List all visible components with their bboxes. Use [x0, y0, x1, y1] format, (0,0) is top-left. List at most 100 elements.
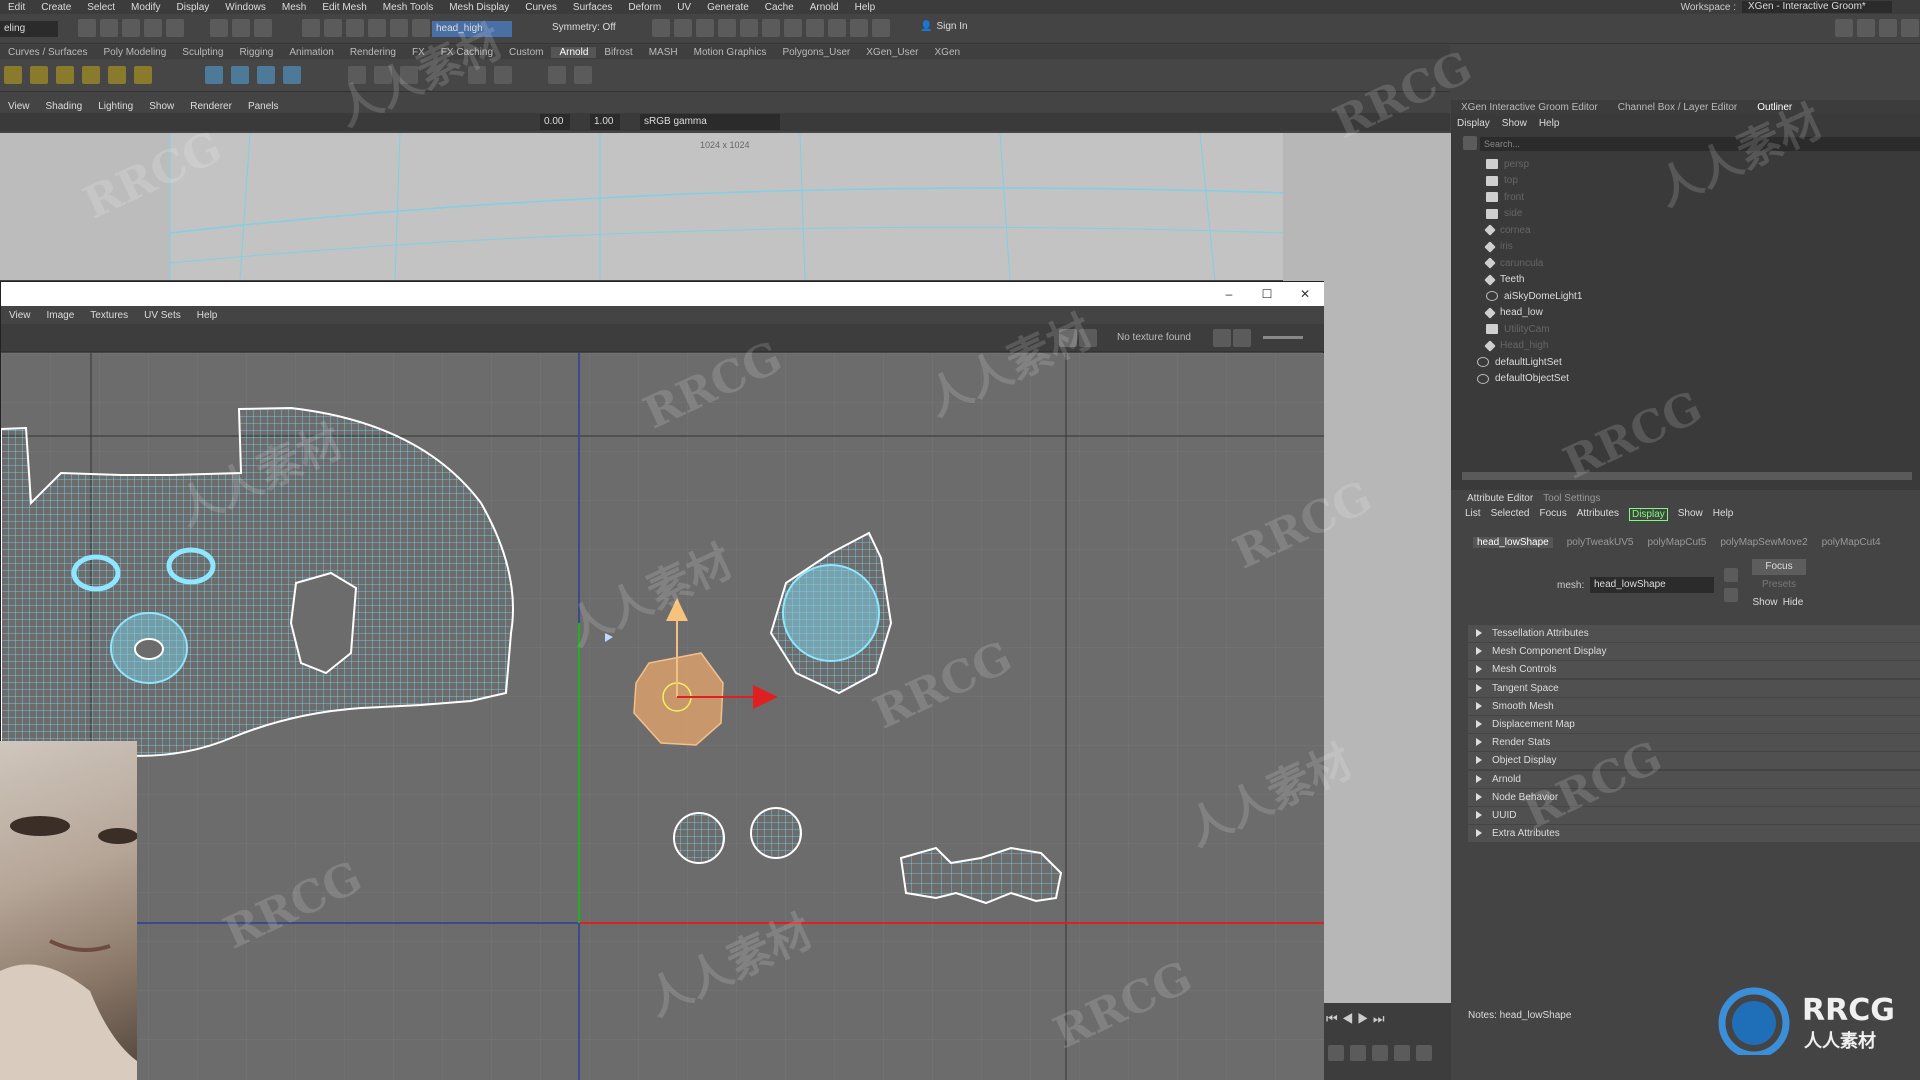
grid-icon[interactable]: [850, 19, 868, 37]
shelf-tab-sculpting[interactable]: Sculpting: [174, 47, 231, 58]
outliner-scrollbar[interactable]: [1462, 472, 1912, 480]
speed-icon[interactable]: [1394, 1045, 1410, 1061]
ae-section-tangent-space[interactable]: Tangent Space: [1468, 679, 1920, 697]
ae-menu-focus[interactable]: Focus: [1539, 508, 1566, 521]
viewport-menu-shading[interactable]: Shading: [38, 101, 91, 112]
open-scene-icon[interactable]: [100, 19, 118, 37]
viewport-menu-show[interactable]: Show: [141, 101, 182, 112]
menu-item-create[interactable]: Create: [33, 2, 79, 13]
outliner-menu-help[interactable]: Help: [1533, 118, 1566, 129]
ae-node-tab[interactable]: head_lowShape: [1473, 537, 1553, 548]
viewport-menu-renderer[interactable]: Renderer: [182, 101, 240, 112]
outliner-search-icon[interactable]: [1463, 136, 1477, 150]
image-display-icon[interactable]: [1233, 329, 1251, 347]
mode-dropdown[interactable]: eling: [0, 21, 58, 37]
physical-sky-icon[interactable]: [134, 66, 152, 84]
viewport-menu-view[interactable]: View: [0, 101, 38, 112]
outliner-item[interactable]: top: [1486, 174, 1518, 188]
save-scene-icon[interactable]: [122, 19, 140, 37]
menu-item-generate[interactable]: Generate: [699, 2, 757, 13]
symmetry-dropdown[interactable]: Symmetry: Off: [552, 22, 616, 33]
uv-menu-textures[interactable]: Textures: [82, 310, 136, 321]
color-space-dropdown[interactable]: sRGB gamma: [640, 114, 780, 130]
menu-item-cache[interactable]: Cache: [757, 2, 802, 13]
ae-menu-help[interactable]: Help: [1713, 508, 1734, 521]
curve-collector-icon[interactable]: [257, 66, 275, 84]
light-portal-icon[interactable]: [108, 66, 126, 84]
ae-node-tab[interactable]: polyMapCut4: [1822, 537, 1881, 548]
snap-projected-icon[interactable]: [368, 19, 386, 37]
ae-node-tab[interactable]: polyTweakUV5: [1567, 537, 1634, 548]
play-render-icon[interactable]: [574, 66, 592, 84]
shelf-tab-motion-graphics[interactable]: Motion Graphics: [686, 47, 775, 58]
toggle-outliner-icon[interactable]: [1901, 19, 1919, 37]
character-icon[interactable]: [1416, 1045, 1432, 1061]
shelf-tab-rigging[interactable]: Rigging: [231, 47, 281, 58]
outliner-item[interactable]: Teeth: [1484, 273, 1524, 287]
ae-node-tab[interactable]: polyMapSewMove2: [1720, 537, 1807, 548]
panel-tab-xgen-interactive-groom-editor[interactable]: XGen Interactive Groom Editor: [1451, 102, 1608, 113]
exposure-field[interactable]: 0.00: [540, 114, 570, 130]
menu-item-help[interactable]: Help: [847, 2, 884, 13]
outliner-item[interactable]: defaultObjectSet: [1477, 372, 1569, 386]
outliner-menu-show[interactable]: Show: [1496, 118, 1533, 129]
panel-tab-channel-box-layer-editor[interactable]: Channel Box / Layer Editor: [1608, 102, 1748, 113]
outliner-item[interactable]: defaultLightSet: [1477, 355, 1562, 369]
select-component-icon[interactable]: [254, 19, 272, 37]
focus-button[interactable]: Focus: [1752, 559, 1806, 575]
select-node-icon[interactable]: [1724, 568, 1738, 582]
toggle-attribute-icon[interactable]: [1879, 19, 1897, 37]
ae-tab-tool-settings[interactable]: Tool Settings: [1543, 493, 1600, 504]
outliner-item[interactable]: head_low: [1484, 306, 1543, 320]
ae-section-tessellation-attributes[interactable]: Tessellation Attributes: [1468, 625, 1920, 642]
uv-editor-titlebar[interactable]: – ☐ ✕: [1, 282, 1324, 306]
ae-menu-selected[interactable]: Selected: [1491, 508, 1530, 521]
ae-menu-list[interactable]: List: [1465, 508, 1481, 521]
show-button[interactable]: Show: [1752, 595, 1778, 611]
shelf-tab-custom[interactable]: Custom: [501, 47, 551, 58]
area-light-icon[interactable]: [4, 66, 22, 84]
volume-icon[interactable]: [231, 66, 249, 84]
mesh-light-icon[interactable]: [56, 66, 74, 84]
menu-item-curves[interactable]: Curves: [517, 2, 565, 13]
gamma-field[interactable]: 1.00: [590, 114, 620, 130]
outliner-item[interactable]: UtilityCam: [1486, 322, 1550, 336]
pause-icon[interactable]: [806, 19, 824, 37]
uv-menu-image[interactable]: Image: [39, 310, 83, 321]
arnold-render-icon[interactable]: [784, 19, 802, 37]
ae-node-tab[interactable]: polyMapCut5: [1647, 537, 1706, 548]
ipr-render-icon[interactable]: [696, 19, 714, 37]
menu-item-edit-mesh[interactable]: Edit Mesh: [314, 2, 374, 13]
outliner-item[interactable]: Head_high: [1484, 339, 1548, 353]
menu-item-edit[interactable]: Edit: [0, 2, 33, 13]
viewport-menu-panels[interactable]: Panels: [240, 101, 287, 112]
menu-item-uv[interactable]: UV: [669, 2, 699, 13]
ae-section-render-stats[interactable]: Render Stats: [1468, 734, 1920, 752]
shelf-tab-curves-surfaces[interactable]: Curves / Surfaces: [0, 47, 95, 58]
menu-item-deform[interactable]: Deform: [620, 2, 669, 13]
snap-point-icon[interactable]: [346, 19, 364, 37]
playback-buttons-icon[interactable]: ⏮◀▶⏭: [1326, 1011, 1389, 1027]
select-object-icon[interactable]: [232, 19, 250, 37]
ae-menu-show[interactable]: Show: [1678, 508, 1703, 521]
key-icon[interactable]: [1350, 1045, 1366, 1061]
presets-button[interactable]: Presets: [1752, 577, 1806, 593]
hide-button[interactable]: Hide: [1780, 595, 1806, 611]
undo-icon[interactable]: [144, 19, 162, 37]
minimize-button[interactable]: –: [1221, 286, 1237, 302]
uv-shell-disc-a[interactable]: [673, 812, 725, 864]
new-scene-icon[interactable]: [78, 19, 96, 37]
outliner-menu-display[interactable]: Display: [1451, 118, 1496, 129]
render-settings-icon[interactable]: [718, 19, 736, 37]
menu-item-arnold[interactable]: Arnold: [802, 2, 847, 13]
stop-icon[interactable]: [872, 19, 890, 37]
menu-item-mesh-tools[interactable]: Mesh Tools: [375, 2, 441, 13]
procedural-icon[interactable]: [283, 66, 301, 84]
ae-menu-attributes[interactable]: Attributes: [1577, 508, 1619, 521]
menu-item-display[interactable]: Display: [169, 2, 218, 13]
shelf-tab-arnold[interactable]: Arnold: [551, 46, 597, 58]
snap-grid-icon[interactable]: [302, 19, 320, 37]
ae-section-mesh-component-display[interactable]: Mesh Component Display: [1468, 643, 1920, 661]
mesh-name-field[interactable]: head_lowShape: [1590, 577, 1714, 593]
ae-section-mesh-controls[interactable]: Mesh Controls: [1468, 661, 1920, 679]
